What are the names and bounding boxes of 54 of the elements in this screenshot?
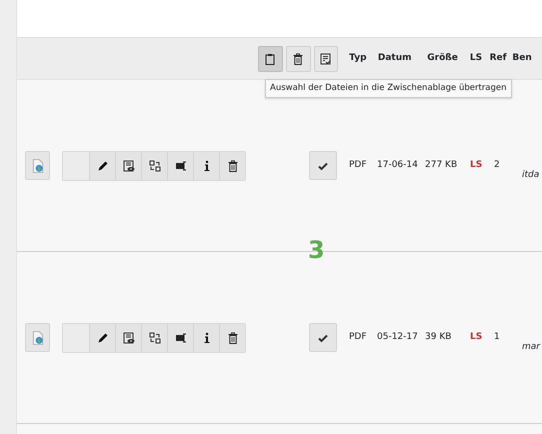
- swap-icon: [148, 332, 160, 344]
- trash-icon: [292, 52, 304, 64]
- date-cell-text: 17-06-14: [377, 158, 419, 172]
- file-globe-icon: [30, 158, 44, 174]
- view-button[interactable]: [115, 152, 141, 180]
- info-button[interactable]: [193, 152, 219, 180]
- trash-button[interactable]: [219, 324, 245, 352]
- toolbar-button[interactable]: [258, 46, 283, 72]
- toolbar-button[interactable]: [286, 46, 310, 72]
- ref-cell-text: 1: [494, 330, 501, 344]
- clipboard-icon: [264, 52, 276, 64]
- type-cell-text: PDF: [349, 330, 368, 344]
- rename-button[interactable]: [167, 324, 193, 352]
- toolbar-button[interactable]: [314, 46, 338, 72]
- ref-cell-text: 2: [494, 158, 501, 172]
- view-button[interactable]: [115, 324, 141, 352]
- rename-icon: [174, 160, 186, 172]
- owner-cell-text: mar: [522, 340, 540, 354]
- trash-icon: [226, 160, 238, 172]
- pencil-icon: [96, 160, 108, 172]
- select-button[interactable]: [309, 151, 337, 180]
- document-eye-icon: [122, 332, 134, 344]
- swap-button[interactable]: [141, 152, 167, 180]
- column-header[interactable]: Typ: [349, 52, 378, 66]
- rename-icon: [174, 332, 186, 344]
- tooltip: Auswahl der Dateien in die Zwischenablage übertragen: [265, 79, 512, 98]
- size-cell-text: 277 KB: [425, 158, 458, 172]
- file-button[interactable]: [25, 323, 50, 352]
- info-button[interactable]: [193, 324, 219, 352]
- type-cell-text: PDF: [349, 158, 368, 172]
- column-header[interactable]: Datum: [378, 52, 428, 66]
- pencil-button[interactable]: [89, 324, 115, 352]
- owner-cell-text: itda: [522, 168, 540, 182]
- column-header[interactable]: Größe: [427, 52, 470, 66]
- checklist-icon: [320, 52, 332, 64]
- ls-cell-text: LS: [470, 330, 484, 344]
- trash-icon: [226, 332, 238, 344]
- ls-cell-text: LS: [470, 158, 484, 172]
- file-button[interactable]: [25, 151, 50, 180]
- select-button[interactable]: [309, 323, 337, 352]
- pencil-icon: [96, 332, 108, 344]
- file-globe-icon: [30, 330, 44, 346]
- swap-button[interactable]: [141, 324, 167, 352]
- column-header[interactable]: LS: [470, 52, 490, 66]
- pencil-button[interactable]: [89, 152, 115, 180]
- trash-button[interactable]: [219, 152, 245, 180]
- size-cell-text: 39 KB: [425, 330, 452, 344]
- column-header[interactable]: Ref: [490, 52, 512, 66]
- swap-icon: [148, 160, 160, 172]
- date-cell-text: 05-12-17: [377, 330, 419, 344]
- rename-button[interactable]: [167, 152, 193, 180]
- step-number: 3: [308, 238, 325, 262]
- document-eye-icon: [122, 160, 134, 172]
- column-header[interactable]: Ben: [512, 52, 542, 66]
